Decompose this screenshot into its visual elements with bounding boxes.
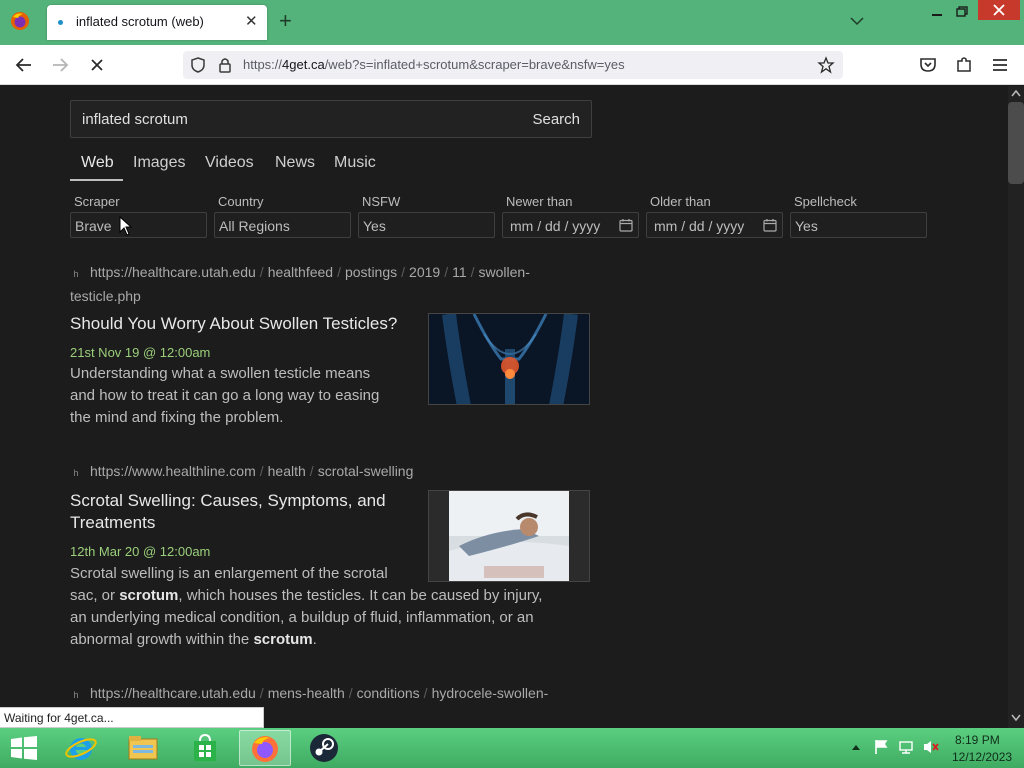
newer-than-date-input[interactable]: mm / dd / yyyy	[502, 212, 639, 238]
url-text[interactable]: https://4get.ca/web?s=inflated+scrotum&s…	[243, 57, 625, 72]
result-1-thumbnail[interactable]	[428, 313, 590, 405]
browser-tab-active[interactable]: inflated scrotum (web) ✕	[47, 5, 267, 40]
list-all-tabs-icon[interactable]	[849, 14, 865, 28]
extensions-puzzle-icon[interactable]	[952, 53, 976, 77]
site-favicon-icon: h	[73, 690, 79, 700]
calendar-icon[interactable]	[619, 218, 633, 232]
action-center-flag-icon[interactable]	[873, 739, 889, 755]
page-content: inflated scrotum Search Web Images Video…	[0, 86, 1008, 706]
result-1-description: Understanding what a swollen testicle me…	[70, 365, 380, 426]
tab-web[interactable]: Web	[81, 154, 114, 172]
volume-muted-icon[interactable]	[922, 739, 940, 755]
country-select[interactable]: All Regions	[214, 212, 351, 238]
windows-taskbar: 8:19 PM 12/12/2023	[0, 728, 1024, 768]
country-value: All Regions	[219, 218, 290, 234]
newer-than-value: mm / dd / yyyy	[510, 218, 601, 234]
result-1-title[interactable]: Should You Worry About Swollen Testicles…	[70, 313, 397, 335]
tab-title: inflated scrotum (web)	[76, 14, 204, 29]
scrollbar-thumb[interactable]	[1008, 102, 1024, 184]
window-close-button[interactable]	[978, 0, 1020, 20]
calendar-icon[interactable]	[763, 218, 777, 232]
search-box[interactable]: inflated scrotum Search	[70, 100, 592, 138]
window-restore-icon[interactable]	[953, 4, 971, 20]
clock-time[interactable]: 8:19 PM	[955, 733, 1000, 747]
scroll-down-arrow-icon[interactable]	[1011, 714, 1021, 722]
taskbar-firefox-button[interactable]	[239, 730, 291, 766]
result-3-url[interactable]: h https://healthcare.utah.edu / mens-health…	[70, 682, 590, 706]
steam-icon[interactable]	[308, 732, 340, 764]
result-1-date: 21st Nov 19 @ 12:00am	[70, 345, 211, 360]
network-icon[interactable]	[898, 739, 914, 755]
scroll-up-arrow-icon[interactable]	[1011, 89, 1021, 97]
tab-music[interactable]: Music	[334, 154, 376, 172]
pocket-icon[interactable]	[916, 53, 940, 77]
site-favicon-icon: h	[73, 468, 79, 478]
result-2-url[interactable]: h https://www.healthline.com / health / scrot…	[70, 460, 590, 484]
shield-icon[interactable]	[189, 56, 207, 74]
spellcheck-label: Spellcheck	[794, 194, 857, 209]
result-2-date: 12th Mar 20 @ 12:00am	[70, 544, 211, 559]
search-input[interactable]: inflated scrotum	[82, 111, 188, 128]
tab-loading-icon	[58, 20, 63, 25]
nsfw-label: NSFW	[362, 194, 401, 209]
tab-close-icon[interactable]: ✕	[245, 14, 258, 30]
nsfw-select[interactable]: Yes	[358, 212, 495, 238]
nsfw-value: Yes	[363, 218, 386, 234]
url-bar[interactable]: https://4get.ca/web?s=inflated+scrotum&s…	[183, 51, 843, 79]
lock-icon[interactable]	[217, 56, 233, 74]
back-arrow-icon[interactable]	[12, 53, 36, 77]
window-close-icon	[993, 4, 1005, 16]
older-than-label: Older than	[650, 194, 711, 209]
firefox-logo-icon	[11, 12, 29, 30]
browser-titlebar: inflated scrotum (web) ✕ +	[0, 0, 1024, 45]
anatomy-xray-image	[429, 314, 589, 404]
country-label: Country	[218, 194, 264, 209]
result-2-title[interactable]: Scrotal Swelling: Causes, Symptoms, and …	[70, 490, 386, 534]
search-button[interactable]: Search	[532, 111, 580, 128]
bookmark-star-icon[interactable]	[817, 56, 835, 74]
older-than-date-input[interactable]: mm / dd / yyyy	[646, 212, 783, 238]
newer-than-label: Newer than	[506, 194, 573, 209]
browser-status-bar: Waiting for 4get.ca...	[0, 707, 264, 728]
older-than-value: mm / dd / yyyy	[654, 218, 745, 234]
result-1-url[interactable]: h https://healthcare.utah.edu / healthfeed /…	[70, 261, 590, 307]
spellcheck-select[interactable]: Yes	[790, 212, 927, 238]
window-minimize-icon[interactable]	[928, 4, 946, 20]
file-explorer-icon[interactable]	[126, 733, 160, 763]
show-hidden-icons-icon[interactable]	[850, 742, 862, 752]
tab-videos[interactable]: Videos	[205, 154, 254, 172]
start-icon[interactable]	[10, 736, 38, 760]
clock-date[interactable]: 12/12/2023	[952, 750, 1012, 764]
scraper-value: Brave	[75, 218, 112, 234]
new-tab-button[interactable]: +	[279, 9, 292, 33]
tab-images[interactable]: Images	[133, 154, 185, 172]
status-text: Waiting for 4get.ca...	[4, 711, 114, 725]
stop-loading-icon[interactable]	[85, 53, 109, 77]
site-favicon-icon: h	[73, 269, 79, 279]
mouse-cursor-icon	[119, 216, 132, 236]
tab-news[interactable]: News	[275, 154, 315, 172]
browser-navbar: https://4get.ca/web?s=inflated+scrotum&s…	[0, 45, 1024, 85]
result-2-thumbnail[interactable]	[428, 490, 590, 582]
forward-arrow-icon[interactable]	[48, 53, 72, 77]
internet-explorer-icon[interactable]	[64, 732, 98, 764]
scraper-select[interactable]: Brave	[70, 212, 207, 238]
scraper-label: Scraper	[74, 194, 120, 209]
spellcheck-value: Yes	[795, 218, 818, 234]
active-tab-underline	[70, 179, 123, 181]
hamburger-menu-icon[interactable]	[988, 53, 1012, 77]
store-icon[interactable]	[190, 733, 220, 763]
firefox-icon	[252, 736, 278, 762]
man-in-bed-photo	[429, 491, 589, 581]
